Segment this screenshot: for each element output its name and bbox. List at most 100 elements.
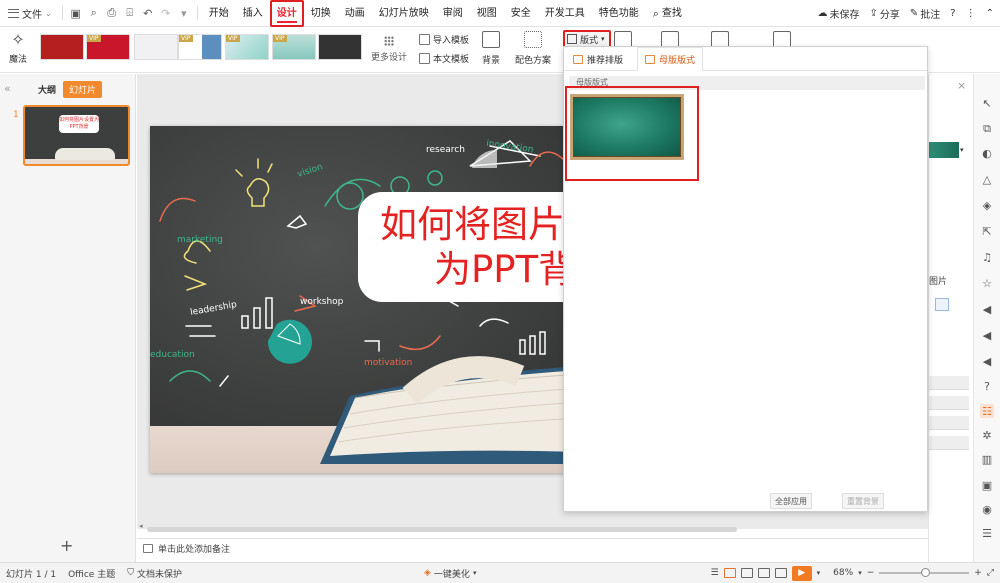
scroll-left-icon[interactable]: ◂ bbox=[139, 522, 143, 530]
slide[interactable]: research innovation vision marketing lea… bbox=[150, 126, 566, 473]
magic-button[interactable]: ✧ 魔法 bbox=[4, 30, 32, 65]
play-slideshow-button[interactable]: ▶ bbox=[791, 565, 812, 581]
notes-toggle-icon[interactable]: ☰ bbox=[711, 568, 719, 578]
theme-name[interactable]: Office 主题 bbox=[62, 567, 121, 580]
reset-background-button[interactable]: 重置背景 bbox=[842, 493, 884, 509]
horizontal-scrollbar[interactable]: ◂ bbox=[139, 522, 919, 533]
scroll-thumb[interactable] bbox=[147, 527, 737, 532]
tab-transition[interactable]: 切换 bbox=[304, 0, 338, 27]
zoom-slider[interactable] bbox=[879, 568, 970, 577]
tab-insert[interactable]: 插入 bbox=[236, 0, 270, 27]
file-menu[interactable]: 文件 ⌄ bbox=[0, 6, 58, 21]
tab-slideshow[interactable]: 幻灯片放映 bbox=[372, 0, 436, 27]
template-thumb[interactable] bbox=[134, 34, 178, 60]
text-template-button[interactable]: 本文模板 bbox=[419, 52, 469, 65]
collapse-panel-icon[interactable]: « bbox=[4, 82, 11, 95]
tab-animation[interactable]: 动画 bbox=[338, 0, 372, 27]
template-thumb[interactable]: VIP bbox=[178, 34, 222, 60]
tab-developer[interactable]: 开发工具 bbox=[538, 0, 592, 27]
chevron-down-icon[interactable]: ▾ bbox=[858, 569, 862, 577]
cloud-unsaved-button[interactable]: ☁ 未保存 bbox=[818, 6, 860, 21]
template-thumb[interactable] bbox=[318, 34, 362, 60]
export-icon[interactable]: ⇱ bbox=[980, 224, 994, 238]
sorter-view-icon[interactable] bbox=[740, 568, 753, 578]
zoom-slider-knob[interactable] bbox=[921, 568, 931, 577]
background-button[interactable]: 背景 bbox=[471, 31, 511, 66]
more-options-icon[interactable]: ⋮ bbox=[966, 8, 976, 19]
tab-security[interactable]: 安全 bbox=[504, 0, 538, 27]
fit-window-icon[interactable]: ⤢ bbox=[987, 568, 994, 578]
more-icon[interactable]: ▾ bbox=[175, 4, 193, 22]
undo-icon[interactable]: ↶ bbox=[139, 4, 157, 22]
chevron-down-icon[interactable]: ▾ bbox=[817, 569, 821, 577]
title-card[interactable]: 如何将图片设 为PPT背 bbox=[358, 192, 566, 302]
close-pane-icon[interactable]: × bbox=[957, 79, 966, 92]
print-icon[interactable]: ⎙ bbox=[103, 4, 121, 22]
beautify-button[interactable]: ◈ 一键美化 ▾ bbox=[418, 567, 482, 580]
sound-icon[interactable]: ◀ bbox=[980, 354, 994, 368]
theme-swatch[interactable] bbox=[929, 142, 959, 158]
collapse-ribbon-icon[interactable]: ⌃ bbox=[986, 8, 994, 19]
template-thumb[interactable]: VIP bbox=[225, 34, 269, 60]
slide-thumbnail[interactable]: 如何将图片设置为PPT背景 bbox=[23, 105, 130, 166]
template-thumb[interactable]: VIP bbox=[86, 34, 130, 60]
tab-master-layout[interactable]: 母版版式 bbox=[637, 47, 704, 71]
property-row[interactable] bbox=[929, 416, 969, 430]
color-scheme-button[interactable]: 配色方案 bbox=[511, 31, 555, 66]
audio-icon[interactable]: ◀ bbox=[980, 328, 994, 342]
print-preview-icon[interactable]: ⌹ bbox=[121, 4, 139, 22]
fill-icon[interactable]: ◈ bbox=[980, 198, 994, 212]
zoom-level[interactable]: 68% bbox=[833, 568, 853, 578]
property-row[interactable] bbox=[929, 436, 969, 450]
location-icon[interactable]: ◉ bbox=[980, 502, 994, 516]
apply-all-button[interactable]: 全部应用 bbox=[770, 493, 812, 509]
print-view-icon[interactable] bbox=[774, 568, 787, 578]
tab-recommended-layout[interactable]: 推荐排版 bbox=[566, 47, 630, 71]
tab-view[interactable]: 视图 bbox=[470, 0, 504, 27]
notes-bar[interactable]: 单击此处添加备注 bbox=[137, 538, 930, 558]
tab-slides[interactable]: 幻灯片 bbox=[63, 81, 103, 98]
master-layout-thumbnail[interactable] bbox=[570, 94, 684, 160]
more-design-button[interactable]: 更多设计 bbox=[370, 34, 408, 63]
reading-view-icon[interactable] bbox=[757, 568, 770, 578]
annotate-button[interactable]: ✎ 批注 bbox=[910, 6, 940, 21]
help-icon[interactable]: ? bbox=[980, 379, 994, 393]
chevron-down-icon[interactable]: ▾ bbox=[960, 146, 964, 154]
property-row[interactable] bbox=[929, 376, 969, 390]
help-button[interactable]: ? bbox=[950, 8, 955, 19]
picture-fill-swatch[interactable] bbox=[935, 298, 949, 311]
properties-icon[interactable]: ☷ bbox=[980, 404, 994, 418]
object-icon[interactable]: ◐ bbox=[980, 146, 994, 160]
audio-icon[interactable]: ◀ bbox=[980, 302, 994, 316]
music-icon[interactable]: ♫ bbox=[980, 250, 994, 264]
property-row[interactable] bbox=[929, 396, 969, 410]
add-slide-button[interactable]: + bbox=[60, 536, 73, 555]
share-button[interactable]: ⇪ 分享 bbox=[870, 6, 900, 21]
tab-design[interactable]: 设计 bbox=[269, 0, 304, 27]
select-icon[interactable]: ↖ bbox=[980, 96, 994, 110]
save-icon[interactable]: ▣ bbox=[67, 4, 85, 22]
format-painter-icon[interactable]: ⌕ bbox=[85, 4, 103, 22]
shapes-icon[interactable]: ⧉ bbox=[980, 122, 994, 136]
doc-protection[interactable]: ⛉ 文档未保护 bbox=[121, 567, 188, 580]
import-template-button[interactable]: 导入模板 bbox=[419, 33, 469, 46]
template-thumb[interactable]: VIP bbox=[272, 34, 316, 60]
normal-view-icon[interactable] bbox=[723, 568, 736, 578]
chart-icon[interactable]: ▥ bbox=[980, 452, 994, 466]
status-bar: 幻灯片 1 / 1 Office 主题 ⛉ 文档未保护 ◈ 一键美化 ▾ ☰ ▶… bbox=[0, 562, 1000, 583]
zoom-out-icon[interactable]: − bbox=[867, 568, 875, 578]
redo-icon[interactable]: ↷ bbox=[157, 4, 175, 22]
gallery-icon[interactable]: ▣ bbox=[980, 478, 994, 492]
animation-icon[interactable]: ☆ bbox=[980, 276, 994, 290]
template-thumb[interactable] bbox=[40, 34, 84, 60]
tab-features[interactable]: 特色功能 bbox=[592, 0, 646, 27]
sidebar-more-icon[interactable]: ☰ bbox=[980, 526, 994, 540]
tab-review[interactable]: 审阅 bbox=[436, 0, 470, 27]
picture-option[interactable]: 图片 bbox=[929, 274, 974, 287]
theme-icon[interactable]: △ bbox=[980, 172, 994, 186]
tab-start[interactable]: 开始 bbox=[202, 0, 236, 27]
settings-icon[interactable]: ✲ bbox=[980, 428, 994, 442]
search-command[interactable]: ⌕ 查找 bbox=[646, 0, 689, 27]
tab-outline[interactable]: 大纲 bbox=[38, 83, 56, 96]
zoom-in-icon[interactable]: + bbox=[974, 568, 982, 578]
